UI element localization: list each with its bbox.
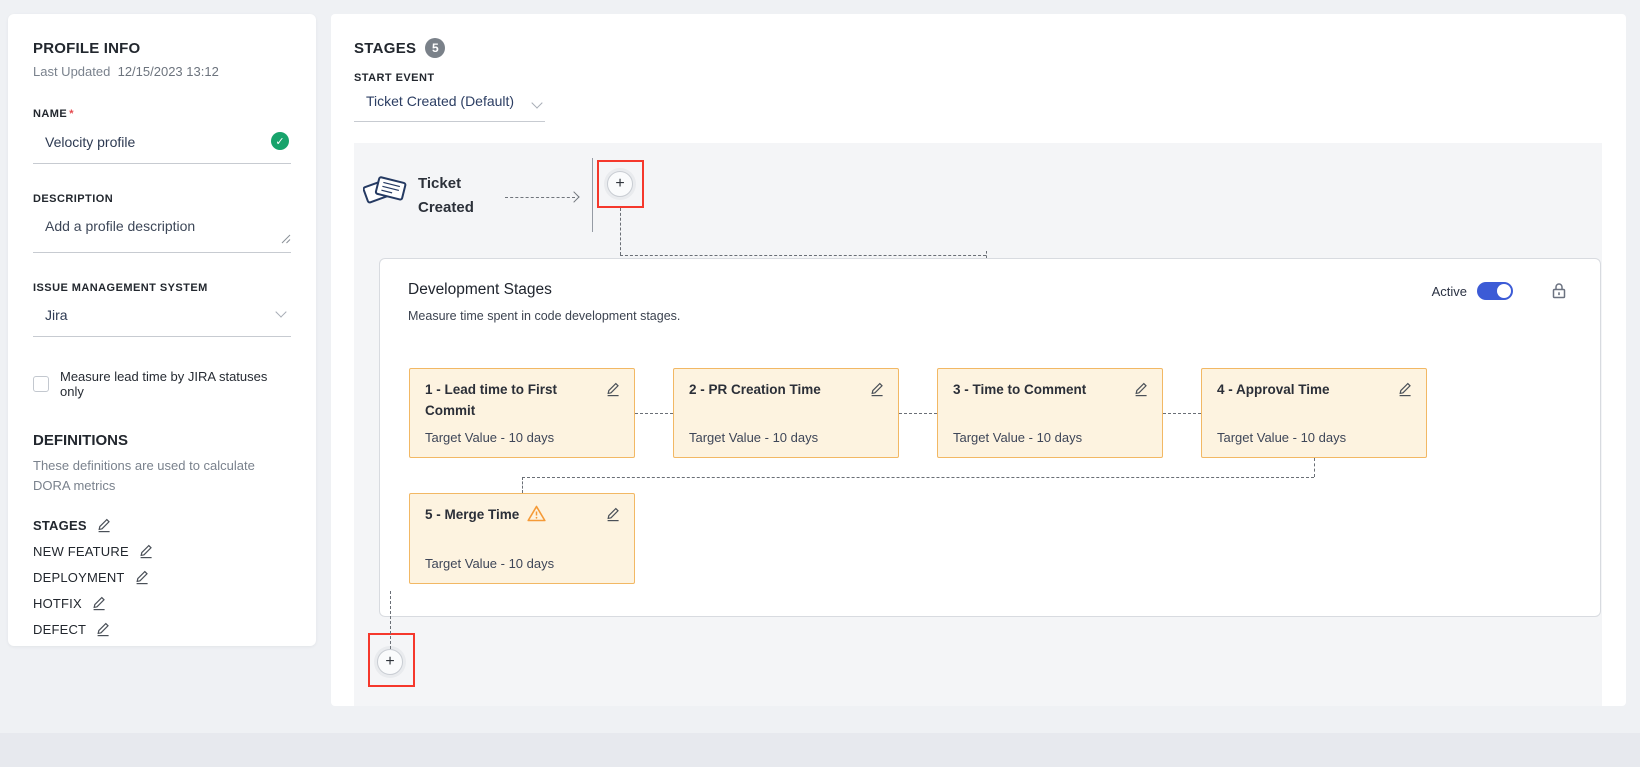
- name-input[interactable]: [45, 133, 265, 151]
- connector-dashed: [899, 413, 937, 414]
- stage-name: 4 - Approval Time: [1217, 380, 1397, 401]
- chevron-down-icon: [531, 97, 542, 108]
- last-updated: Last Updated 12/15/2023 13:12: [33, 64, 291, 79]
- toggle-knob: [1497, 284, 1511, 298]
- stage-card: 3 - Time to Comment Target Value - 10 day…: [937, 368, 1163, 458]
- stage-name: 5 - Merge Time: [425, 505, 605, 526]
- workflow-canvas: Ticket Created + Development Stages Meas…: [354, 143, 1602, 706]
- stage-name: 1 - Lead time to First Commit: [425, 380, 605, 422]
- edit-definition-icon[interactable]: [95, 621, 111, 637]
- stage-target-value: Target Value - 10 days: [1217, 430, 1413, 445]
- stage-name: 2 - PR Creation Time: [689, 380, 869, 401]
- definition-label: DEPLOYMENT: [33, 570, 125, 585]
- development-stages-subtitle: Measure time spent in code development s…: [408, 309, 680, 323]
- connector-dashed: [522, 477, 1314, 478]
- connector-dashed: [390, 591, 391, 649]
- edit-definition-icon[interactable]: [96, 517, 112, 533]
- flow-arrow-dashed: [505, 197, 575, 198]
- edit-stage-icon[interactable]: [869, 381, 885, 397]
- definition-row: HOTFIX: [33, 590, 291, 616]
- lead-time-checkbox-label: Measure lead time by JIRA statuses only: [60, 369, 291, 399]
- arrowhead-icon: [568, 191, 579, 202]
- definitions-list: STAGES NEW FEATURE DEPLOYMENT HOTFIX DEFECT: [33, 512, 291, 642]
- ims-selected-value: Jira: [45, 307, 291, 325]
- name-field-wrap: ✓: [33, 128, 291, 164]
- add-stage-button-bottom[interactable]: +: [377, 649, 403, 675]
- stage-card: 2 - PR Creation Time Target Value - 10 da…: [673, 368, 899, 458]
- edit-stage-icon[interactable]: [605, 381, 621, 397]
- name-label: NAME*: [33, 108, 291, 120]
- definition-row: NEW FEATURE: [33, 538, 291, 564]
- definitions-description: These definitions are used to calculate …: [33, 456, 285, 496]
- stages-panel: STAGES 5 START EVENT Ticket Created (Def…: [331, 14, 1626, 706]
- connector-dashed: [522, 477, 523, 493]
- lead-time-checkbox[interactable]: [33, 376, 49, 392]
- stage-target-value: Target Value - 10 days: [425, 556, 621, 571]
- connector-dashed: [620, 255, 986, 256]
- profile-info-title: PROFILE INFO: [33, 40, 291, 57]
- lock-icon[interactable]: [1551, 282, 1567, 300]
- start-node-label: Ticket Created: [418, 172, 474, 220]
- edit-stage-icon[interactable]: [1133, 381, 1149, 397]
- valid-check-icon: ✓: [271, 132, 289, 150]
- stages-count-badge: 5: [425, 38, 445, 58]
- last-updated-label: Last Updated: [33, 64, 110, 79]
- required-asterisk: *: [69, 108, 74, 120]
- connector-dashed: [1314, 458, 1315, 477]
- edit-definition-icon[interactable]: [91, 595, 107, 611]
- active-toggle[interactable]: [1477, 282, 1513, 300]
- connector-dashed: [635, 413, 673, 414]
- definitions-title: DEFINITIONS: [33, 432, 291, 449]
- stage-target-value: Target Value - 10 days: [689, 430, 885, 445]
- ims-select[interactable]: Jira: [33, 302, 291, 337]
- edit-stage-icon[interactable]: [605, 506, 621, 522]
- edit-definition-icon[interactable]: [138, 543, 154, 559]
- development-stages-panel: Development Stages Measure time spent in…: [379, 258, 1601, 617]
- description-field-wrap: [33, 213, 291, 253]
- description-textarea[interactable]: [45, 218, 265, 236]
- start-event-select[interactable]: Ticket Created (Default): [354, 90, 545, 122]
- resize-handle-icon[interactable]: [281, 231, 291, 249]
- edit-definition-icon[interactable]: [134, 569, 150, 585]
- profile-info-panel: PROFILE INFO Last Updated 12/15/2023 13:…: [8, 14, 316, 646]
- vertical-divider: [592, 158, 593, 232]
- stage-name: 3 - Time to Comment: [953, 380, 1133, 401]
- definition-row: DEPLOYMENT: [33, 564, 291, 590]
- stage-card: 5 - Merge Time Target Value - 10 days: [409, 493, 635, 584]
- stage-target-value: Target Value - 10 days: [425, 430, 621, 445]
- definition-row: STAGES: [33, 512, 291, 538]
- connector-dashed: [986, 251, 987, 258]
- page-bottom-band: [0, 733, 1640, 767]
- active-label: Active: [1432, 284, 1467, 299]
- start-event-label: START EVENT: [354, 72, 435, 84]
- development-stages-title: Development Stages: [408, 281, 552, 299]
- connector-dashed: [620, 208, 621, 255]
- definition-label: HOTFIX: [33, 596, 82, 611]
- definition-label: NEW FEATURE: [33, 544, 129, 559]
- connector-dashed: [1163, 413, 1201, 414]
- stage-card: 1 - Lead time to First Commit Target Valu…: [409, 368, 635, 458]
- stages-title: STAGES: [354, 40, 416, 57]
- ims-label: ISSUE MANAGEMENT SYSTEM: [33, 282, 291, 294]
- definition-label: STAGES: [33, 518, 87, 533]
- add-stage-button-top[interactable]: +: [607, 171, 633, 197]
- definition-label: DEFECT: [33, 622, 86, 637]
- lead-time-checkbox-row[interactable]: Measure lead time by JIRA statuses only: [33, 369, 291, 399]
- edit-stage-icon[interactable]: [1397, 381, 1413, 397]
- tickets-icon: [363, 168, 411, 214]
- stage-card: 4 - Approval Time Target Value - 10 days: [1201, 368, 1427, 458]
- description-label: DESCRIPTION: [33, 193, 291, 205]
- start-event-selected-value: Ticket Created (Default): [366, 93, 514, 109]
- definition-row: DEFECT: [33, 616, 291, 642]
- stage-target-value: Target Value - 10 days: [953, 430, 1149, 445]
- stages-header: STAGES 5: [354, 38, 445, 58]
